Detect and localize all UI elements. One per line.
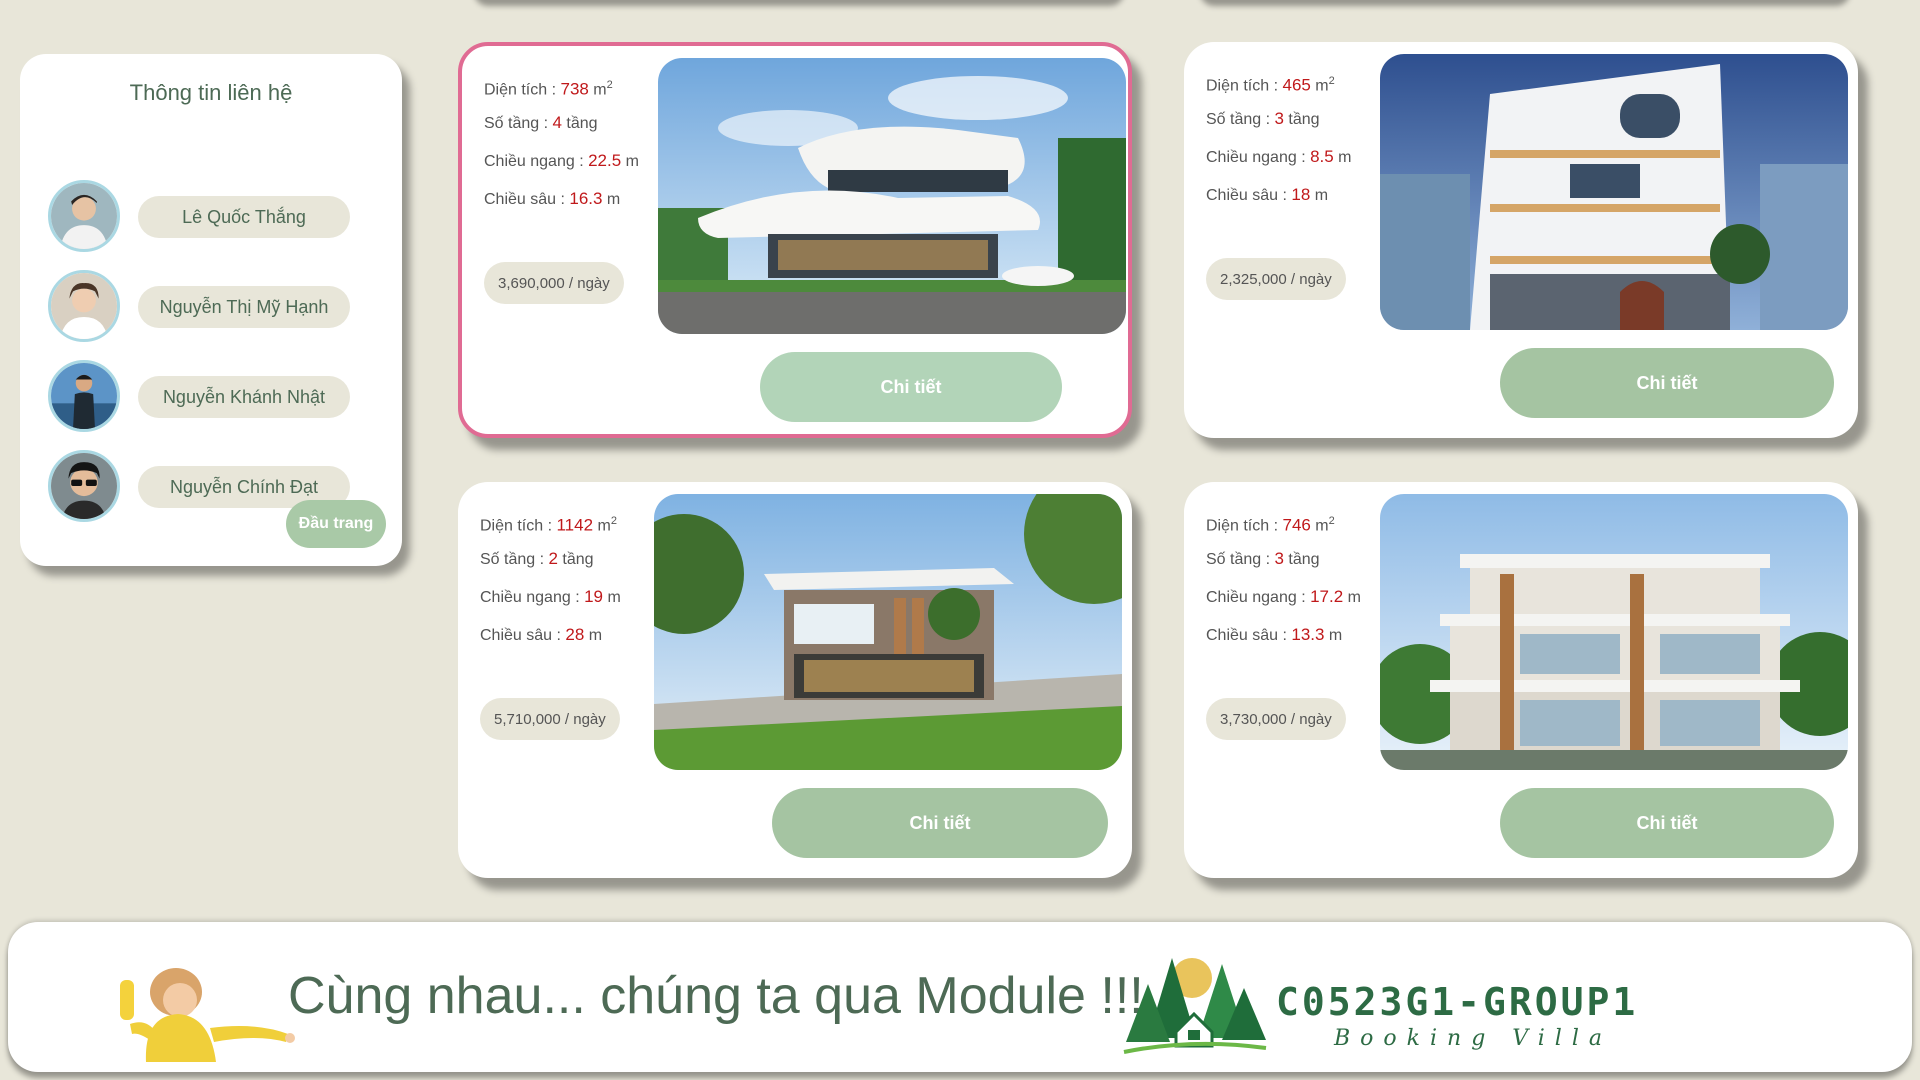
unit-label: 2 xyxy=(1328,75,1335,87)
spec-label: Chiều sâu : xyxy=(1206,627,1292,644)
spec-label: Diện tích : xyxy=(1206,77,1283,95)
villa-photo[interactable] xyxy=(1380,494,1848,770)
kid-illustration xyxy=(120,968,295,1062)
width-value: 17.2 xyxy=(1310,587,1344,606)
price-badge: 2,325,000 / ngày xyxy=(1206,258,1346,300)
unit-label: m xyxy=(593,517,611,535)
contact-panel: Thông tin liên hệ Lê Quốc Thắng Nguyễn T… xyxy=(20,54,402,566)
price-badge: 3,730,000 / ngày xyxy=(1206,698,1346,740)
villa-card[interactable]: Diện tích : 746 m2 Số tầng : 3 tầng Chiề… xyxy=(1184,482,1858,878)
spec-label: Chiều ngang : xyxy=(480,589,585,606)
price-badge: 3,690,000 / ngày xyxy=(484,262,624,304)
member-name-pill[interactable]: Nguyễn Khánh Nhật xyxy=(138,376,350,418)
spec-label: Chiều ngang : xyxy=(1206,589,1311,606)
brand-logo xyxy=(1123,958,1267,1054)
depth-value: 28 xyxy=(565,625,585,644)
unit-label: tầng xyxy=(561,115,598,132)
unit-label: m xyxy=(621,153,639,170)
villa-photo[interactable] xyxy=(658,58,1126,334)
detail-button[interactable]: Chi tiết xyxy=(760,352,1062,422)
unit-label: 2 xyxy=(610,515,617,527)
spec-label: Chiều ngang : xyxy=(484,153,589,170)
width-value: 19 xyxy=(584,587,603,606)
depth-value: 16.3 xyxy=(569,189,603,208)
unit-label: m xyxy=(1310,517,1329,535)
spec-label: Chiều sâu : xyxy=(480,627,566,644)
member-item: Nguyễn Khánh Nhật xyxy=(48,356,378,436)
unit-label: 2 xyxy=(606,79,613,91)
unit-label: m xyxy=(584,627,603,644)
spec-label: Số tầng : xyxy=(1206,111,1275,128)
spec-label: Số tầng : xyxy=(480,551,549,568)
unit-label: m xyxy=(1343,589,1361,606)
spec-label: Số tầng : xyxy=(484,115,553,132)
floors-value: 2 xyxy=(548,549,558,568)
avatar[interactable] xyxy=(48,270,120,342)
villa-photo[interactable] xyxy=(654,494,1122,770)
unit-label: m xyxy=(1324,627,1343,644)
area-value: 465 xyxy=(1282,75,1311,95)
price-badge: 5,710,000 / ngày xyxy=(480,698,620,740)
villa-card[interactable]: Diện tích : 738 m2 Số tầng : 4 tầng Chiề… xyxy=(458,42,1132,438)
unit-label: m xyxy=(603,589,621,606)
unit-label: m xyxy=(1310,77,1329,95)
spec-label: Số tầng : xyxy=(1206,551,1275,568)
unit-label: 2 xyxy=(1328,515,1335,527)
contact-title: Thông tin liên hệ xyxy=(129,80,293,105)
member-name-pill[interactable]: Lê Quốc Thắng xyxy=(138,196,350,238)
detail-button[interactable]: Chi tiết xyxy=(1500,348,1834,418)
depth-value: 13.3 xyxy=(1291,625,1325,644)
unit-label: tầng xyxy=(1283,551,1320,568)
brand-tagline: Booking Villa xyxy=(1334,1026,1612,1051)
villa-card[interactable]: Diện tích : 1142 m2 Số tầng : 2 tầng Chi… xyxy=(458,482,1132,878)
avatar[interactable] xyxy=(48,360,120,432)
unit-label: m xyxy=(602,191,621,208)
unit-label: m xyxy=(1310,187,1329,204)
depth-value: 18 xyxy=(1291,185,1311,204)
unit-label: tầng xyxy=(557,551,594,568)
villa-card[interactable]: Diện tích : 465 m2 Số tầng : 3 tầng Chiề… xyxy=(1184,42,1858,438)
spec-label: Chiều sâu : xyxy=(484,191,570,208)
villa-photo[interactable] xyxy=(1380,54,1848,330)
detail-button[interactable]: Chi tiết xyxy=(1500,788,1834,858)
unit-label: m xyxy=(588,81,607,99)
back-to-top-button[interactable]: Đầu trang xyxy=(286,500,386,548)
spec-label: Diện tích : xyxy=(1206,517,1283,535)
villa-specs: Diện tích : 1142 m2 Số tầng : 2 tầng Chi… xyxy=(480,502,621,654)
floors-value: 4 xyxy=(552,113,562,132)
area-value: 738 xyxy=(560,79,589,99)
villa-specs: Diện tích : 738 m2 Số tầng : 4 tầng Chiề… xyxy=(484,66,639,218)
member-item: Nguyễn Thị Mỹ Hạnh xyxy=(48,266,378,346)
brand-name: C0523G1-GROUP1 xyxy=(1276,980,1639,1024)
villa-specs: Diện tích : 746 m2 Số tầng : 3 tầng Chiề… xyxy=(1206,502,1361,654)
footer-banner: Cùng nhau... chúng ta qua Module !!! C05… xyxy=(8,922,1912,1072)
floors-value: 3 xyxy=(1274,549,1284,568)
width-value: 22.5 xyxy=(588,151,622,170)
villa-specs: Diện tích : 465 m2 Số tầng : 3 tầng Chiề… xyxy=(1206,62,1352,214)
detail-button[interactable]: Chi tiết xyxy=(772,788,1108,858)
unit-label: m xyxy=(1333,149,1352,166)
spec-label: Diện tích : xyxy=(480,517,557,535)
area-value: 746 xyxy=(1282,515,1311,535)
member-item: Lê Quốc Thắng xyxy=(48,176,378,256)
member-name-pill[interactable]: Nguyễn Thị Mỹ Hạnh xyxy=(138,286,350,328)
area-value: 1142 xyxy=(556,515,594,535)
floors-value: 3 xyxy=(1274,109,1284,128)
spec-label: Chiều sâu : xyxy=(1206,187,1292,204)
avatar[interactable] xyxy=(48,450,120,522)
avatar[interactable] xyxy=(48,180,120,252)
spec-label: Chiều ngang : xyxy=(1206,149,1311,166)
unit-label: tầng xyxy=(1283,111,1320,128)
width-value: 8.5 xyxy=(1310,147,1334,166)
spec-label: Diện tích : xyxy=(484,81,561,99)
slogan-text: Cùng nhau... chúng ta qua Module !!! xyxy=(288,967,1144,1025)
